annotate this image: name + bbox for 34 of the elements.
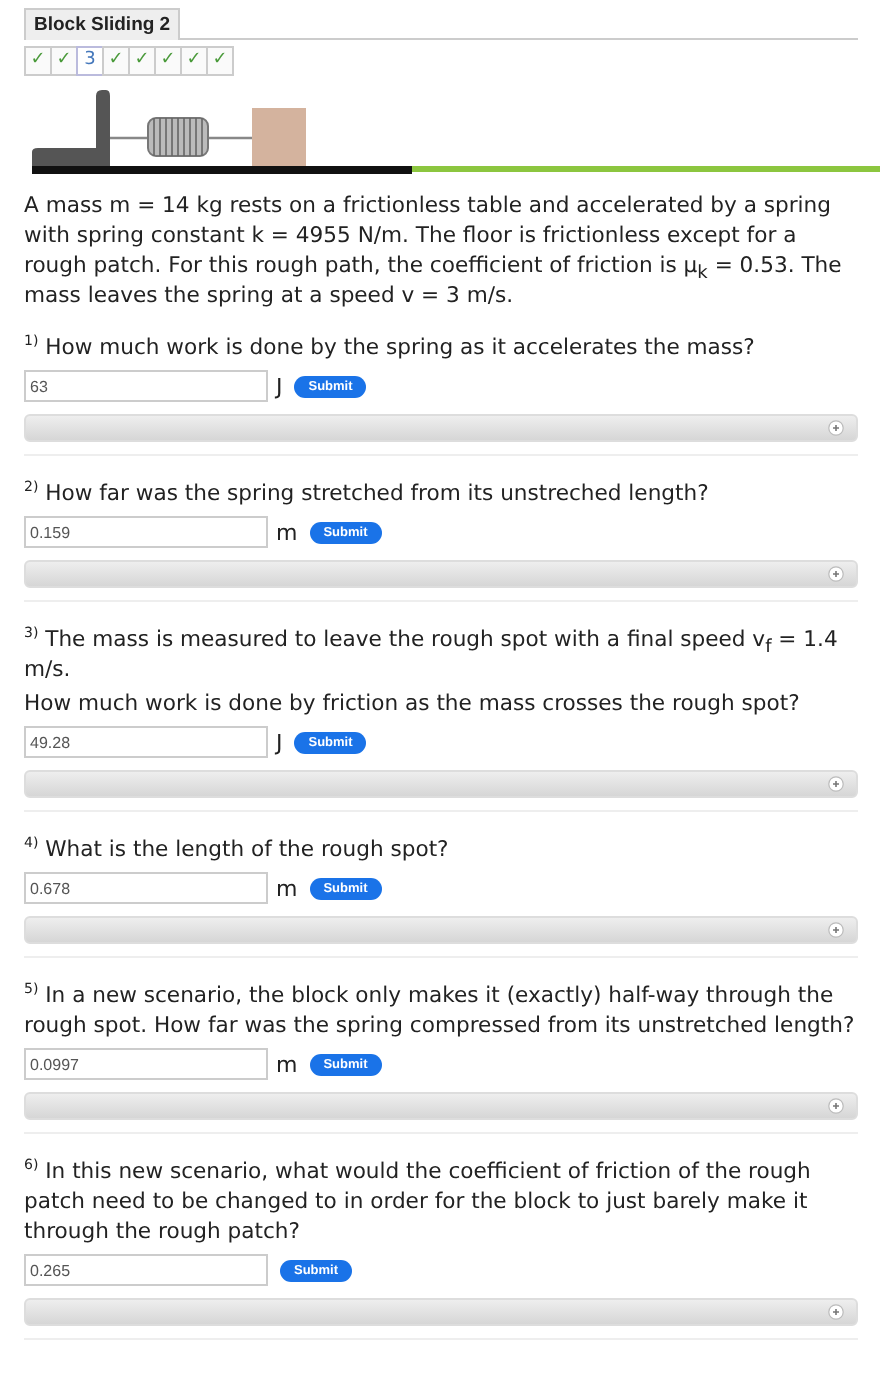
answer-field[interactable]: 0.0997 <box>24 1048 268 1080</box>
problem-text: A mass m = 14 kg rests on a frictionless table and accelerated by a spring with spring constant k = 4955 N/m. The floor is frictionless except for a rough patch. For this rough path, the coefficient of friction is μ$_{k}$ = 0.53. The mass leaves the spring at a speed v = 3 m/s. <box>24 190 844 310</box>
unit-label: J <box>276 373 283 399</box>
expand-icon[interactable] <box>828 566 844 582</box>
question-text: $^{3)}$ The mass is measured to leave the rough spot with a final speed v$_{f}$ = 1.4 m/s. <box>24 624 840 684</box>
question-tab[interactable]: ✓ <box>206 46 234 76</box>
question-text: $^{5)}$ In a new scenario, the block only makes it (exactly) half-way through the rough spot. How far was the spring compressed from its unstretched length? <box>24 980 857 1040</box>
question-text: How much work is done by friction as the mass crosses the rough spot? <box>24 688 802 718</box>
answer-field[interactable]: 0.159 <box>24 516 268 548</box>
question-text: $^{6)}$ In this new scenario, what would the coefficient of friction of the rough patch need to be changed to in order for the block to just barely make it through the rough patch? <box>24 1156 813 1246</box>
expand-icon[interactable] <box>828 420 844 436</box>
question-text: $^{2)}$ How far was the spring stretched from its unstreched length? <box>24 478 711 508</box>
problem-title: Block Sliding 2 <box>24 8 181 40</box>
expand-icon[interactable] <box>828 922 844 938</box>
question-tab[interactable]: 3 <box>76 46 104 76</box>
question-tab[interactable]: ✓ <box>128 46 156 76</box>
question-tab[interactable]: ✓ <box>154 46 182 76</box>
question-tab[interactable]: ✓ <box>102 46 130 76</box>
answer-field[interactable]: 63 <box>24 370 268 402</box>
question-tab[interactable]: ✓ <box>24 46 52 76</box>
unit-label: J <box>276 729 283 755</box>
unit-label: m <box>276 519 298 545</box>
question-text: $^{1)}$ How much work is done by the spring as it accelerates the mass? <box>24 332 757 362</box>
expand-icon[interactable] <box>828 1304 844 1320</box>
expand-icon[interactable] <box>828 1098 844 1114</box>
answer-field[interactable]: 0.265 <box>24 1254 268 1286</box>
question-tab[interactable]: ✓ <box>180 46 208 76</box>
expand-icon[interactable] <box>828 776 844 792</box>
unit-label: m <box>276 1051 298 1077</box>
unit-label: m <box>276 875 298 901</box>
answer-field[interactable]: 0.678 <box>24 872 268 904</box>
answer-field[interactable]: 49.28 <box>24 726 268 758</box>
question-text: $^{4)}$ What is the length of the rough spot? <box>24 834 451 864</box>
question-tab[interactable]: ✓ <box>50 46 78 76</box>
